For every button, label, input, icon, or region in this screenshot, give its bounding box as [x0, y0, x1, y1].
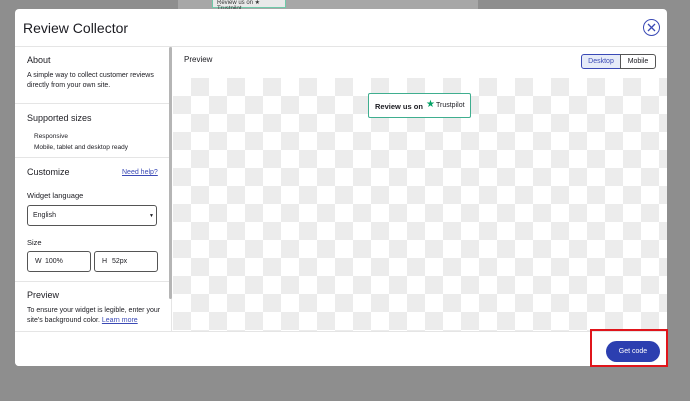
supported-sizes-section: Supported sizes Responsive Mobile, table…: [15, 104, 171, 158]
widget-language-label: Widget language: [27, 191, 84, 200]
trustpilot-star-icon: ★: [426, 99, 435, 110]
about-section: About A simple way to collect customer r…: [15, 47, 171, 104]
preview-settings-text: To ensure your widget is legible, enter …: [27, 306, 169, 326]
widget-text: Review us on: [375, 102, 423, 111]
settings-sidebar[interactable]: About A simple way to collect customer r…: [15, 47, 172, 331]
height-value: 52px: [112, 258, 128, 265]
preview-canvas: Review us on ★ Trustpilot: [173, 78, 667, 331]
caret-down-icon: ▼: [149, 213, 154, 219]
highlight-annotation: [590, 329, 668, 367]
preview-hint: To ensure your widget is legible, enter …: [27, 307, 161, 324]
preview-settings-section: Preview To ensure your widget is legible…: [15, 282, 171, 331]
preview-title: Preview: [184, 55, 213, 64]
height-input[interactable]: H 52px: [94, 251, 158, 272]
close-button[interactable]: [643, 19, 660, 36]
mobile-toggle[interactable]: Mobile: [620, 54, 656, 69]
about-text: A simple way to collect customer reviews…: [27, 72, 154, 89]
width-value: 100%: [45, 258, 63, 265]
modal-title: Review Collector: [23, 20, 129, 36]
size-label: Size: [27, 238, 42, 247]
size-responsive: Responsive: [34, 133, 68, 140]
size-devices: Mobile, tablet and desktop ready: [34, 144, 128, 151]
desktop-toggle[interactable]: Desktop: [581, 54, 621, 69]
sidebar-scrollbar[interactable]: [169, 47, 172, 299]
trustpilot-review-widget[interactable]: Review us on ★ Trustpilot: [368, 93, 471, 118]
preview-settings-title: Preview: [27, 290, 60, 300]
customize-section: Customize Need help? Widget language Eng…: [15, 158, 171, 282]
width-input[interactable]: W 100%: [27, 251, 91, 272]
close-icon: [647, 23, 656, 32]
modal-header: Review Collector: [15, 9, 667, 47]
customize-title: Customize: [27, 167, 70, 177]
widget-language-select[interactable]: English ▼: [27, 205, 157, 226]
widget-language-value: English: [33, 212, 56, 219]
preview-panel: Preview Desktop Mobile Review us on ★ Tr…: [173, 47, 667, 331]
supported-sizes-title: Supported sizes: [27, 113, 92, 123]
background-page: Review us on ★ Trustpilot: [178, 0, 478, 12]
review-collector-modal: Review Collector About A simple way to c…: [15, 9, 667, 366]
height-label: H: [102, 258, 108, 265]
width-label: W: [35, 258, 42, 265]
modal-footer: Get code: [15, 331, 667, 366]
about-title: About: [27, 55, 51, 65]
background-widget: Review us on ★ Trustpilot: [212, 0, 286, 12]
widget-brand: Trustpilot: [436, 102, 465, 109]
need-help-link[interactable]: Need help?: [122, 169, 158, 176]
learn-more-link[interactable]: Learn more: [102, 317, 138, 324]
